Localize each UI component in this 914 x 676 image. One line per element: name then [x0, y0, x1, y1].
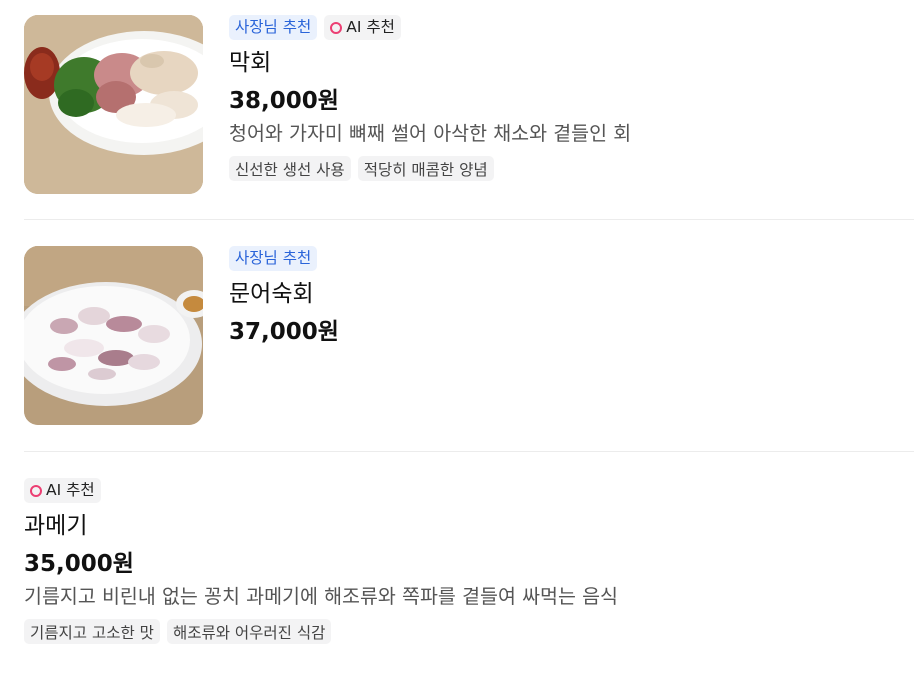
menu-item-gwamegi[interactable]: AI 추천 과메기 35,000원 기름지고 비린내 없는 꽁치 과메기에 해조…: [24, 478, 914, 653]
item-divider: [24, 219, 914, 220]
pink-ring-icon: [330, 21, 343, 34]
menu-info-gwamegi: AI 추천 과메기 35,000원 기름지고 비린내 없는 꽁치 과메기에 해조…: [24, 478, 914, 644]
ai-recommend-label: AI 추천: [346, 18, 395, 36]
badge-row: 사장님 추천: [229, 246, 914, 271]
owner-recommend-badge: 사장님 추천: [229, 246, 318, 271]
owner-recommend-badge: 사장님 추천: [229, 15, 318, 40]
badge-row: AI 추천: [24, 478, 914, 503]
menu-tag: 적당히 매콤한 양념: [357, 156, 494, 181]
ai-recommend-badge: AI 추천: [324, 15, 401, 40]
menu-item-muneosukhoe[interactable]: 사장님 추천 문어숙회 37,000원: [24, 246, 914, 426]
menu-info-muneosukhoe: 사장님 추천 문어숙회 37,000원: [229, 246, 914, 347]
pink-ring-icon: [30, 484, 42, 497]
ai-recommend-label: AI 추천: [46, 481, 95, 499]
menu-info-makhoe: 사장님 추천 AI 추천 막회 38,000원 청어와 가자미 뼈째 썰어 아삭…: [229, 15, 914, 181]
menu-name: 막회: [229, 50, 272, 76]
ai-recommend-badge: AI 추천: [24, 478, 101, 503]
menu-price: 38,000원: [229, 88, 339, 114]
menu-tag: 해조류와 어우러진 식감: [166, 619, 332, 644]
item-divider: [24, 451, 914, 452]
menu-photo-muneosukhoe[interactable]: [24, 246, 203, 425]
menu-photo-makhoe[interactable]: [24, 15, 203, 194]
badge-row: 사장님 추천 AI 추천: [229, 15, 914, 40]
tag-row: 신선한 생선 사용 적당히 매콤한 양념: [229, 156, 914, 181]
menu-name: 과메기: [24, 513, 88, 539]
menu-price: 37,000원: [229, 319, 339, 345]
menu-item-makhoe[interactable]: 사장님 추천 AI 추천 막회 38,000원 청어와 가자미 뼈째 썰어 아삭…: [24, 15, 914, 195]
menu-description: 청어와 가자미 뼈째 썰어 아삭한 채소와 곁들인 회: [229, 122, 632, 145]
menu-price: 35,000원: [24, 551, 134, 577]
tag-row: 기름지고 고소한 맛 해조류와 어우러진 식감: [24, 619, 914, 644]
menu-tag: 기름지고 고소한 맛: [24, 619, 160, 644]
menu-description: 기름지고 비린내 없는 꽁치 과메기에 해조류와 쪽파를 곁들여 싸먹는 음식: [24, 585, 618, 608]
menu-name: 문어숙회: [229, 281, 314, 307]
menu-tag: 신선한 생선 사용: [229, 156, 351, 181]
